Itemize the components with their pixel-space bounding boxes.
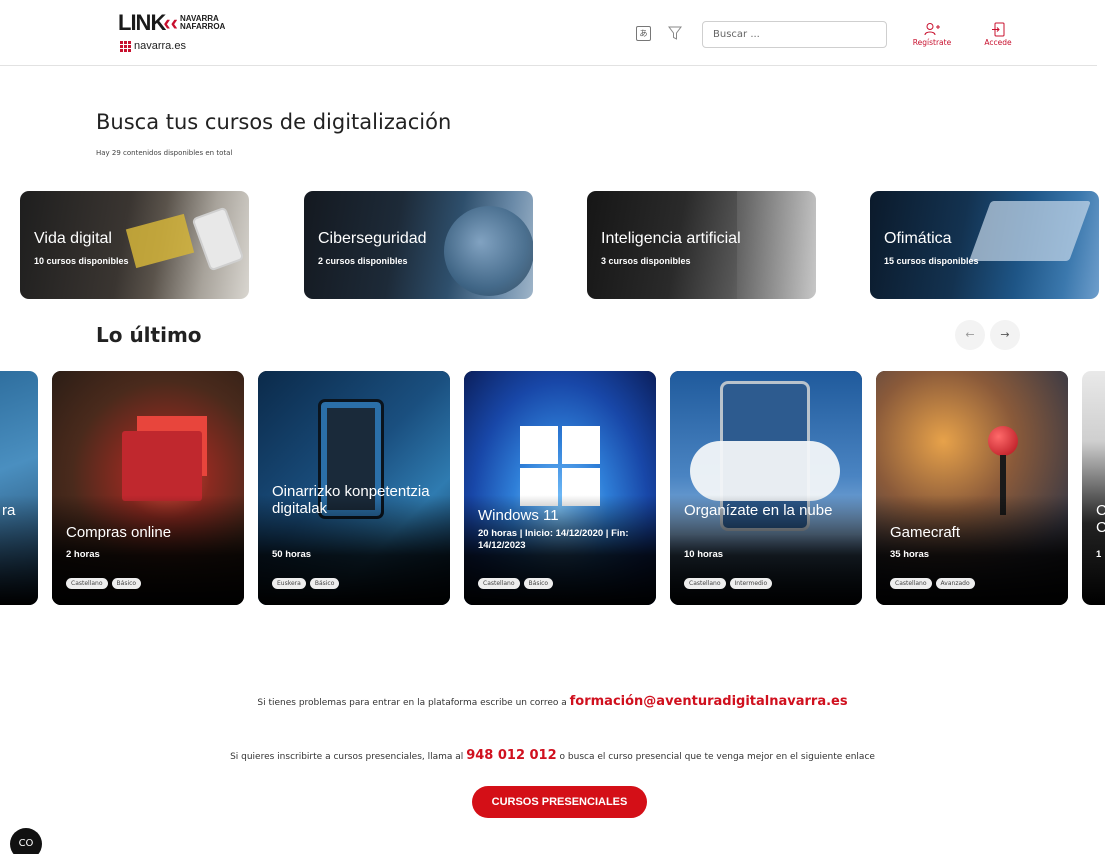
login-button[interactable]: Accede [973, 22, 1023, 47]
course-tags: Castellano Básico [478, 578, 554, 589]
support-email-link[interactable]: formación@aventuradigitalnavarra.es [570, 694, 848, 709]
category-name: Inteligencia artificial [601, 230, 741, 247]
logo-chevron-icon: ‹‹ [163, 10, 178, 35]
language-tag: Castellano [66, 578, 108, 589]
course-title: Compras online [66, 524, 172, 541]
globe-image [444, 206, 533, 296]
course-card-partial-left[interactable]: ra [0, 371, 38, 605]
cloud-image [690, 441, 840, 501]
course-tags: Castellano Intermedio [684, 578, 773, 589]
language-tag: Castellano [890, 578, 932, 589]
course-card-partial-right[interactable]: CC 1 [1082, 371, 1105, 605]
category-name: Vida digital [34, 230, 112, 247]
cookie-consent-badge[interactable]: CO [10, 828, 42, 854]
category-card-ofimatica[interactable]: Ofimática 15 cursos disponibles [870, 191, 1099, 299]
arrow-left-icon: ← [965, 328, 975, 341]
course-tags: Castellano Básico [66, 578, 142, 589]
course-meta: 2 horas [66, 549, 100, 560]
logo-region: NAVARRA NAFARROA [179, 14, 226, 31]
category-card-inteligencia-artificial[interactable]: Inteligencia artificial 3 cursos disponi… [587, 191, 816, 299]
joystick-ball-image [988, 426, 1018, 456]
course-card-gamecraft[interactable]: Gamecraft 35 horas Castellano Avanzado [876, 371, 1068, 605]
category-card-ciberseguridad[interactable]: Ciberseguridad 2 cursos disponibles [304, 191, 533, 299]
register-label: Regístrate [912, 38, 952, 47]
link-navarra-logo[interactable]: LINK ‹‹ NAVARRA NAFARROA navarra.es [118, 10, 228, 62]
category-name: Ciberseguridad [318, 230, 427, 247]
laptop-image [125, 213, 195, 269]
login-icon [992, 22, 1005, 37]
course-title: Organízate en la nube [684, 502, 833, 519]
course-tags: Euskera Básico [272, 578, 340, 589]
laptop-image [969, 201, 1091, 261]
language-tag: Castellano [684, 578, 726, 589]
level-tag: Básico [111, 578, 142, 589]
level-tag: Básico [523, 578, 554, 589]
windows-logo-icon [520, 426, 600, 506]
course-card-compras-online[interactable]: Compras online 2 horas Castellano Básico [52, 371, 244, 605]
course-title: Gamecraft [890, 524, 961, 541]
course-meta: 50 horas [272, 549, 312, 560]
course-meta-partial: 1 [1096, 549, 1102, 560]
course-card-oinarrizko[interactable]: Oinarrizko konpetentzia digitalak 50 hor… [258, 371, 450, 605]
level-tag: Básico [309, 578, 340, 589]
tablet-image [191, 206, 245, 272]
language-tag: Castellano [478, 578, 520, 589]
latest-section-title: Lo último [96, 323, 202, 347]
course-card-windows-11[interactable]: Windows 11 20 horas | Inicio: 14/12/2020… [464, 371, 656, 605]
course-title: Windows 11 [478, 507, 559, 524]
course-meta: 35 horas [890, 549, 930, 560]
course-meta: 20 horas | Inicio: 14/12/2020 | Fin: 14/… [478, 528, 629, 551]
level-tag: Intermedio [729, 578, 773, 589]
support-email-line: Si tienes problemas para entrar en la pl… [257, 694, 848, 709]
gift-boxes-image [122, 431, 202, 501]
carousel-next-button[interactable]: → [990, 320, 1020, 350]
category-name: Ofimática [884, 230, 952, 247]
category-count: 10 cursos disponibles [34, 256, 129, 266]
phone-line: Si quieres inscribirte a cursos presenci… [230, 748, 875, 763]
category-card-vida-digital[interactable]: Vida digital 10 cursos disponibles [20, 191, 249, 299]
course-meta: 10 horas [684, 549, 724, 560]
course-tags: Castellano Avanzado [890, 578, 975, 589]
phone-number[interactable]: 948 012 012 [466, 748, 556, 763]
add-user-icon [924, 23, 940, 36]
arrow-right-icon: → [1000, 328, 1010, 341]
course-title-partial: ra [2, 502, 16, 519]
search-input[interactable] [702, 21, 887, 48]
category-count: 3 cursos disponibles [601, 256, 691, 266]
category-count: 15 cursos disponibles [884, 256, 979, 266]
category-count: 2 cursos disponibles [318, 256, 408, 266]
logo-wordmark: LINK [118, 10, 166, 35]
translate-icon[interactable]: あ [636, 26, 651, 41]
course-card-organizate-nube[interactable]: Organízate en la nube 10 horas Castellan… [670, 371, 862, 605]
site-header: LINK ‹‹ NAVARRA NAFARROA navarra.es あ Re… [0, 0, 1097, 66]
language-tag: Euskera [272, 578, 306, 589]
level-tag: Avanzado [935, 578, 975, 589]
login-label: Accede [984, 38, 1012, 47]
register-button[interactable]: Regístrate [907, 22, 957, 47]
course-title-partial: CC [1096, 502, 1105, 536]
logo-site-name: navarra.es [134, 40, 186, 52]
course-title: Oinarrizko konpetentzia digitalak [272, 483, 430, 517]
filter-icon[interactable] [668, 26, 682, 41]
page-title: Busca tus cursos de digitalización [96, 110, 452, 134]
presencial-courses-button[interactable]: CURSOS PRESENCIALES [472, 786, 647, 818]
navarra-grid-icon [120, 40, 131, 52]
robot-face-image [737, 191, 816, 299]
content-count: Hay 29 contenidos disponibles en total [96, 149, 233, 157]
carousel-prev-button[interactable]: ← [955, 320, 985, 350]
